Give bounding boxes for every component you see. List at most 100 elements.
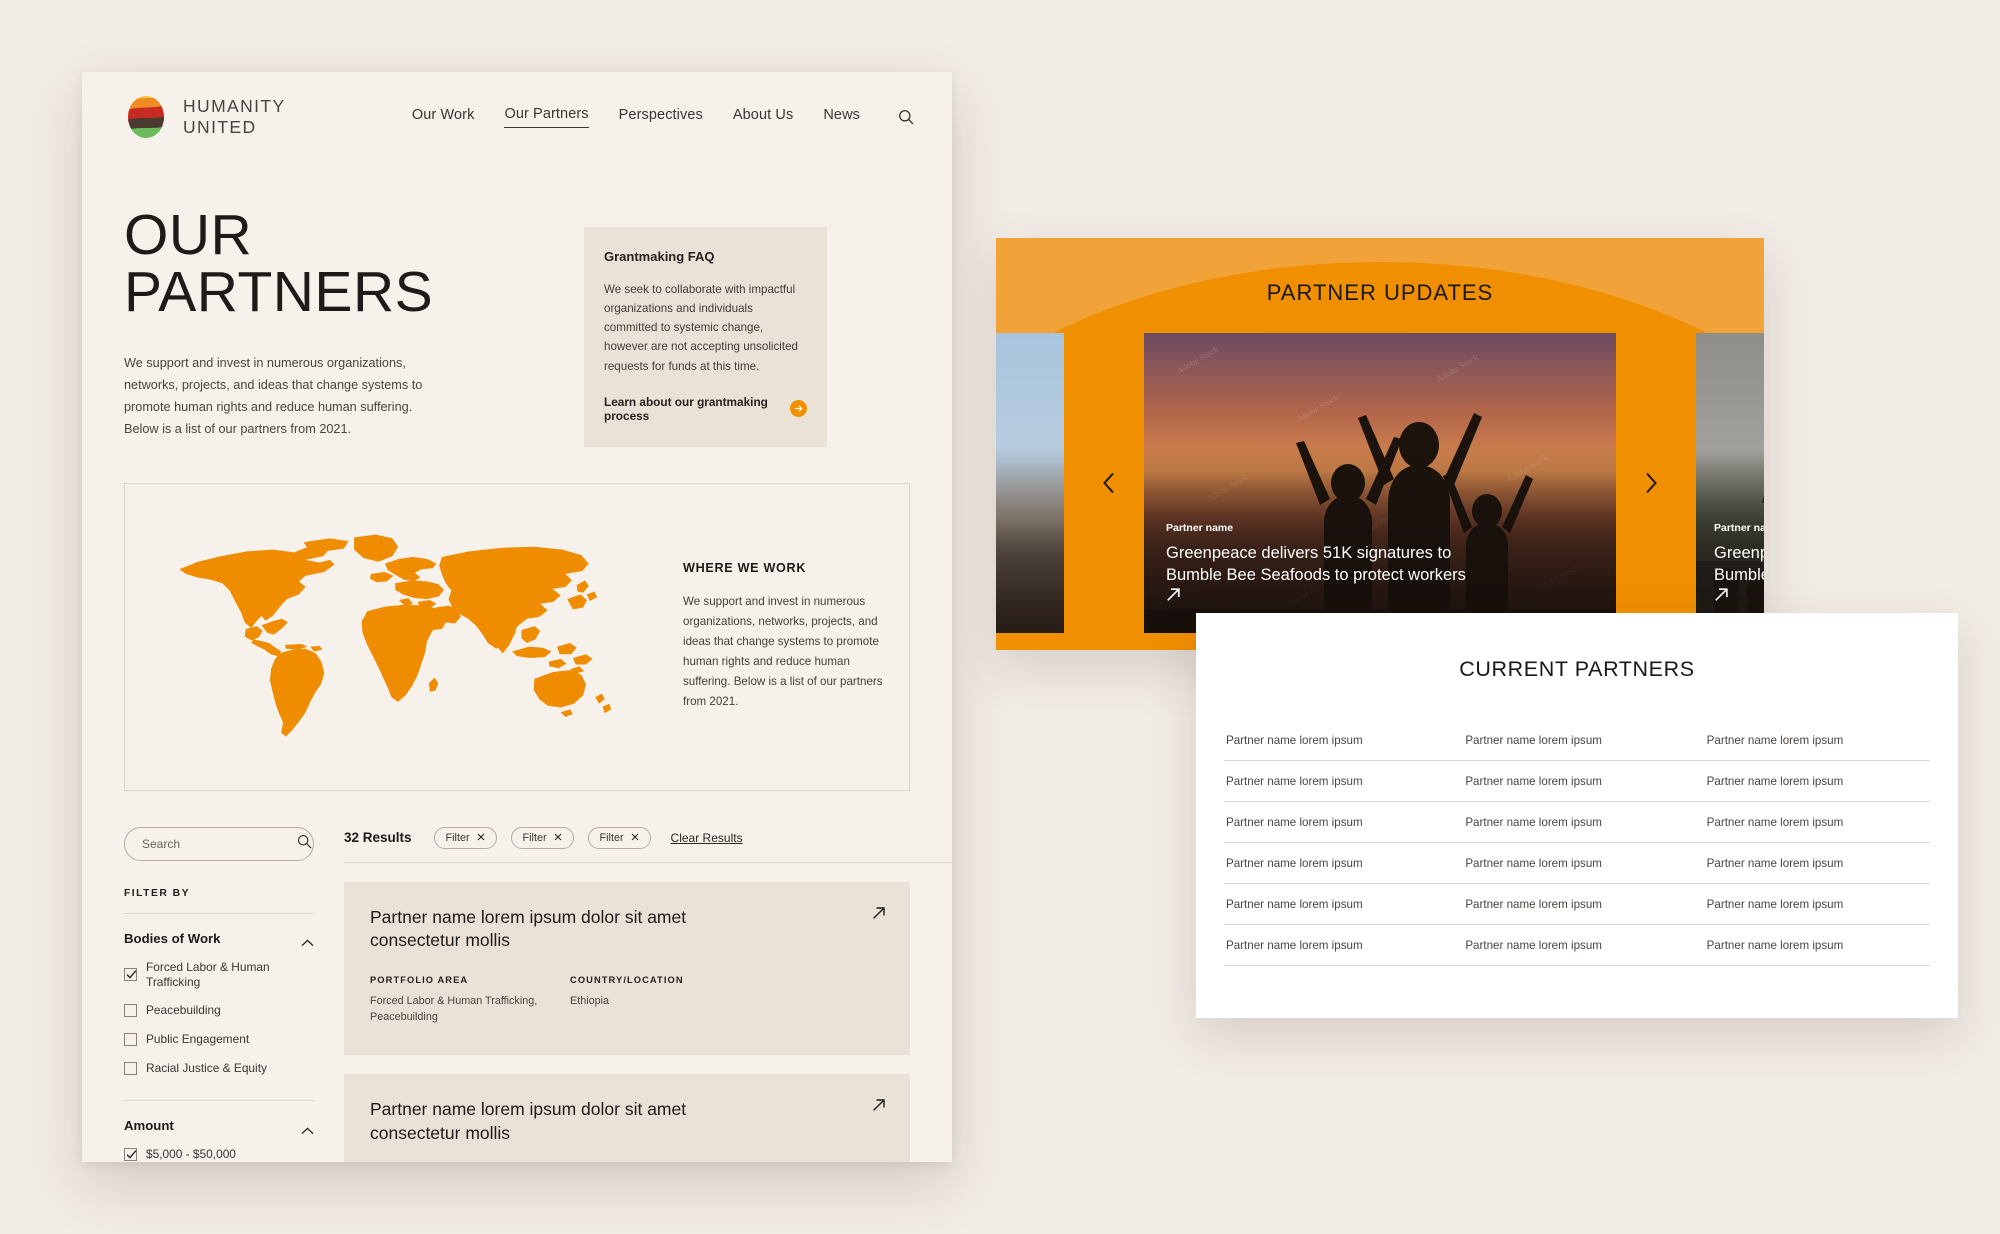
partner-updates-panel: PARTNER UPDATES Adobe Stock Adobe Stock …	[996, 238, 1764, 650]
chevron-right-icon[interactable]	[1638, 470, 1664, 496]
arrow-up-right-icon[interactable]	[1166, 588, 1181, 606]
filter-group-amount: Amount $5,000 - $50,000 $50,000 - $100,0…	[124, 1100, 314, 1162]
partner-result-card[interactable]: Partner name lorem ipsum dolor sit amet …	[344, 881, 910, 1056]
slide-kicker: Partner name	[1166, 522, 1234, 535]
partner-updates-title: PARTNER UPDATES	[1266, 280, 1494, 305]
search-input[interactable]	[142, 836, 297, 851]
filter-chip-2[interactable]: Filter	[510, 826, 574, 849]
arrow-up-right-icon[interactable]	[872, 1098, 886, 1117]
partner-name-cell[interactable]: Partner name lorem ipsum	[1459, 857, 1694, 870]
filter-group-amount-toggle[interactable]: Amount	[124, 1118, 314, 1134]
filter-option-forced-labor-human-trafficking[interactable]: Forced Labor & Human Trafficking	[124, 960, 314, 990]
partner-name-cell[interactable]: Partner name lorem ipsum	[1459, 775, 1694, 788]
slide-headline: Greenpeace delivers 51K signatures to Bu…	[1166, 544, 1466, 585]
world-map-icon	[139, 529, 659, 744]
search-box[interactable]	[124, 826, 314, 861]
partner-name-cell[interactable]: Partner name lorem ipsum	[1459, 734, 1694, 747]
filter-option-amount-5000-50000[interactable]: $5,000 - $50,000	[124, 1147, 314, 1162]
country-location-label: COUNTRY/LOCATION	[570, 974, 684, 985]
grantmaking-faq-card: Grantmaking FAQ We seek to collaborate w…	[584, 227, 827, 447]
filter-option-label: Racial Justice & Equity	[146, 1061, 267, 1076]
filter-by-label: FILTER BY	[124, 887, 190, 899]
partner-name-cell[interactable]: Partner name lorem ipsum	[1695, 857, 1930, 870]
slide-content: Partner name Greenpeace delivers 51K sig…	[1714, 522, 1764, 607]
partner-name-cell[interactable]: Partner name lorem ipsum	[1695, 939, 1930, 952]
checkbox-checked-icon[interactable]	[124, 968, 137, 981]
table-row: Partner name lorem ipsum Partner name lo…	[1224, 884, 1930, 925]
humanity-united-sphere-logo-icon	[124, 94, 168, 140]
grantmaking-process-link[interactable]: Learn about our grantmaking process	[604, 395, 807, 423]
results-area: FILTER BY Bodies of Work Forced Labor & …	[124, 826, 952, 1162]
partner-name-cell[interactable]: Partner name lorem ipsum	[1695, 775, 1930, 788]
checkbox-checked-icon[interactable]	[124, 1147, 137, 1161]
search-icon[interactable]	[898, 109, 914, 125]
checkbox-icon[interactable]	[124, 1033, 137, 1047]
filter-chip-3[interactable]: Filter	[587, 826, 651, 849]
chevron-up-icon	[301, 1122, 314, 1134]
close-icon[interactable]	[554, 832, 562, 844]
table-row: Partner name lorem ipsum Partner name lo…	[1224, 761, 1930, 802]
filter-sidebar: FILTER BY Bodies of Work Forced Labor & …	[124, 826, 314, 1162]
checkbox-icon[interactable]	[124, 1004, 137, 1018]
faq-body: We seek to collaborate with impactful or…	[604, 283, 798, 373]
partner-name-cell[interactable]: Partner name lorem ipsum	[1224, 775, 1459, 788]
partner-result-card[interactable]: Partner name lorem ipsum dolor sit amet …	[344, 1074, 910, 1162]
filter-group-bodies-of-work-toggle[interactable]: Bodies of Work	[124, 931, 314, 947]
filter-option-public-engagement[interactable]: Public Engagement	[124, 1032, 314, 1047]
faq-title: Grantmaking FAQ	[604, 249, 715, 264]
clear-results-link[interactable]: Clear Results	[671, 831, 743, 845]
brand-logo[interactable]: HUMANITY UNITED	[124, 94, 286, 140]
partners-page-panel: HUMANITY UNITED Our Work Our Partners Pe…	[82, 72, 952, 1162]
partner-name-cell[interactable]: Partner name lorem ipsum	[1224, 898, 1459, 911]
filter-option-racial-justice-equity[interactable]: Racial Justice & Equity	[124, 1061, 314, 1076]
portfolio-area-label: PORTFOLIO AREA	[370, 974, 469, 985]
chevron-up-icon	[301, 934, 314, 947]
filter-option-peacebuilding[interactable]: Peacebuilding	[124, 1003, 314, 1018]
filter-chip-label: Filter	[522, 831, 547, 844]
hero-intro-text: We support and invest in numerous organi…	[124, 356, 423, 436]
hero-section: OUR PARTNERS We support and invest in nu…	[82, 162, 952, 447]
partner-name-cell[interactable]: Partner name lorem ipsum	[1695, 898, 1930, 911]
nav-item-perspectives[interactable]: Perspectives	[619, 107, 703, 128]
partner-name-cell[interactable]: Partner name lorem ipsum	[1459, 939, 1694, 952]
checkbox-icon[interactable]	[124, 1062, 137, 1076]
main-navigation: Our Work Our Partners Perspectives About…	[412, 106, 914, 128]
filter-chip-label: Filter	[445, 831, 470, 844]
arrow-right-circle-icon	[790, 400, 807, 418]
nav-item-our-work[interactable]: Our Work	[412, 107, 475, 128]
search-icon[interactable]	[297, 834, 312, 854]
close-icon[interactable]	[631, 832, 639, 844]
nav-item-our-partners[interactable]: Our Partners	[504, 106, 589, 128]
partner-name-cell[interactable]: Partner name lorem ipsum	[1695, 734, 1930, 747]
partner-name-cell[interactable]: Partner name lorem ipsum	[1224, 939, 1459, 952]
arrow-up-right-icon[interactable]	[872, 906, 886, 925]
grantmaking-process-link-label: Learn about our grantmaking process	[604, 394, 768, 423]
partner-name-cell[interactable]: Partner name lorem ipsum	[1224, 734, 1459, 747]
hero-left: OUR PARTNERS We support and invest in nu…	[124, 207, 554, 447]
partner-name-cell[interactable]: Partner name lorem ipsum	[1695, 816, 1930, 829]
partner-name-cell[interactable]: Partner name lorem ipsum	[1224, 857, 1459, 870]
table-row: Partner name lorem ipsum Partner name lo…	[1224, 925, 1930, 966]
carousel-slide-next[interactable]: Partner name Greenpeace delivers 51K sig…	[1696, 333, 1764, 633]
nav-item-news[interactable]: News	[823, 107, 860, 128]
close-icon[interactable]	[477, 832, 485, 844]
filter-group-title: Amount	[124, 1118, 174, 1133]
chevron-left-icon[interactable]	[1096, 470, 1122, 496]
brand-name: HUMANITY UNITED	[183, 96, 286, 139]
carousel-slide-previous[interactable]	[996, 333, 1064, 633]
slide-content: Partner name Greenpeace delivers 51K sig…	[1166, 522, 1594, 607]
where-we-work-body: We support and invest in numerous organi…	[683, 595, 883, 708]
filter-chip-1[interactable]: Filter	[433, 826, 497, 849]
partner-name-cell[interactable]: Partner name lorem ipsum	[1459, 898, 1694, 911]
brand-name-line2: UNITED	[183, 117, 257, 137]
page-title: OUR PARTNERS	[124, 203, 434, 324]
carousel-slide-active[interactable]: Adobe Stock Adobe Stock Adobe Stock Adob…	[1144, 333, 1616, 633]
where-we-work-heading: WHERE WE WORK	[683, 561, 807, 576]
partner-card-title: Partner name lorem ipsum dolor sit amet …	[370, 1099, 687, 1143]
nav-item-about-us[interactable]: About Us	[733, 107, 793, 128]
partner-name-cell[interactable]: Partner name lorem ipsum	[1459, 816, 1694, 829]
table-row: Partner name lorem ipsum Partner name lo…	[1224, 720, 1930, 761]
arrow-up-right-icon[interactable]	[1714, 588, 1729, 606]
partner-card-meta: PORTFOLIO AREA Forced Labor & Human Traf…	[370, 975, 884, 1025]
partner-name-cell[interactable]: Partner name lorem ipsum	[1224, 816, 1459, 829]
